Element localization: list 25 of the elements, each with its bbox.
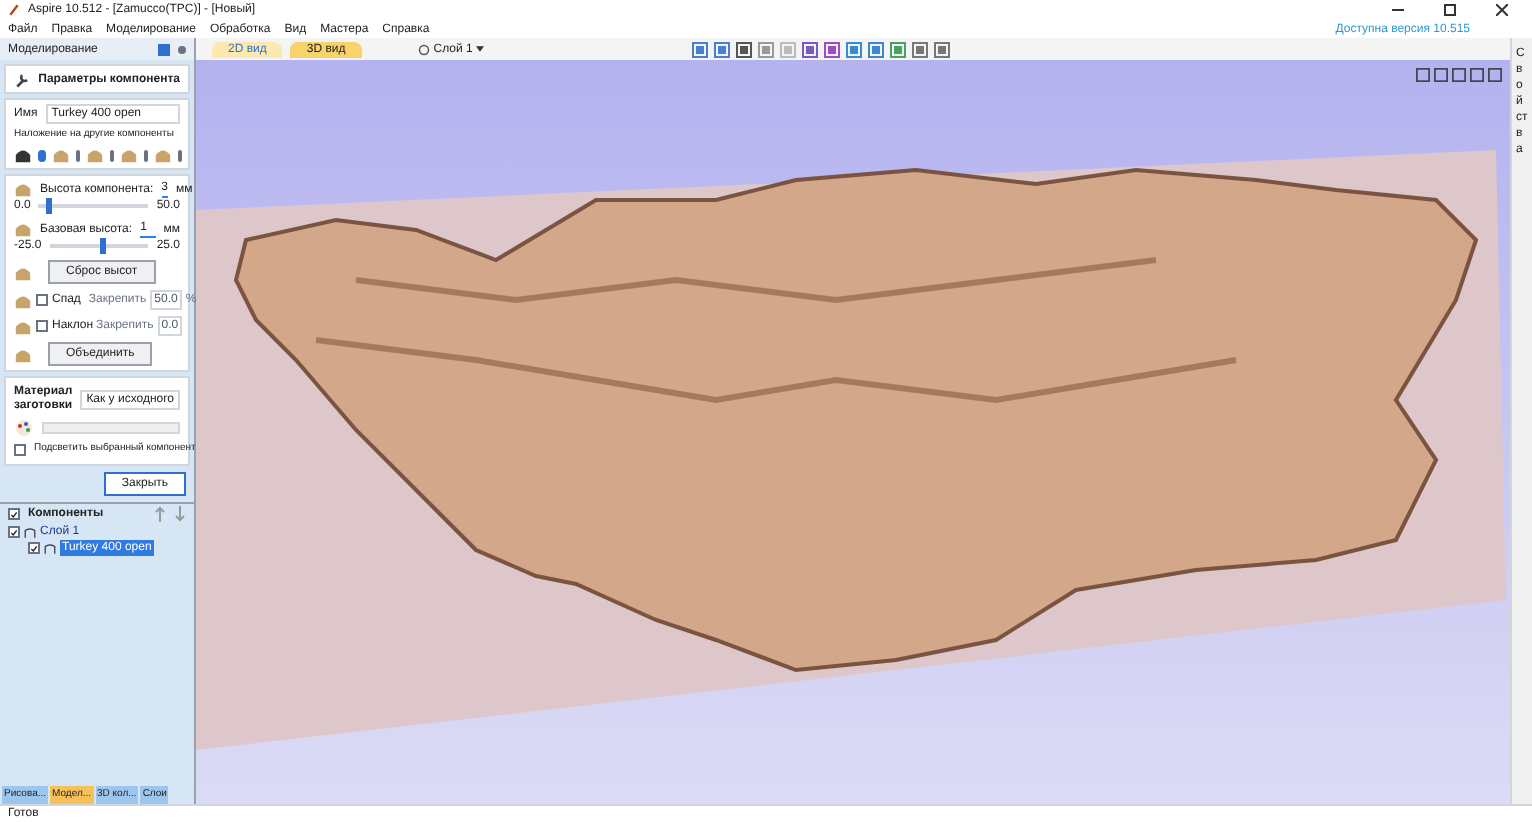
slider-thumb[interactable] [100,238,107,254]
merge-icon [14,345,32,363]
checkbox[interactable] [8,508,20,520]
checkbox[interactable] [36,320,48,332]
caret-icon [476,46,485,52]
dock-icon[interactable] [158,43,170,55]
checkbox[interactable] [28,542,40,554]
overlay-mode-icon [14,146,32,164]
checkbox[interactable] [14,443,26,455]
minimize-icon[interactable] [1392,4,1404,16]
radio-button[interactable] [38,149,46,161]
close-icon[interactable] [1496,4,1508,16]
wrench-icon [14,69,31,89]
checkbox[interactable] [8,526,20,538]
checkbox[interactable] [36,294,48,306]
maximize-icon[interactable] [1444,4,1456,16]
layer-icon [417,43,430,55]
reset-icon [14,263,32,281]
color-dropdown[interactable] [42,422,180,434]
app-icon [8,4,20,16]
palette-icon [14,418,34,438]
height-icon [14,180,32,198]
pin-icon[interactable] [178,45,186,53]
slider-thumb[interactable] [45,198,52,214]
height-icon [14,220,32,238]
